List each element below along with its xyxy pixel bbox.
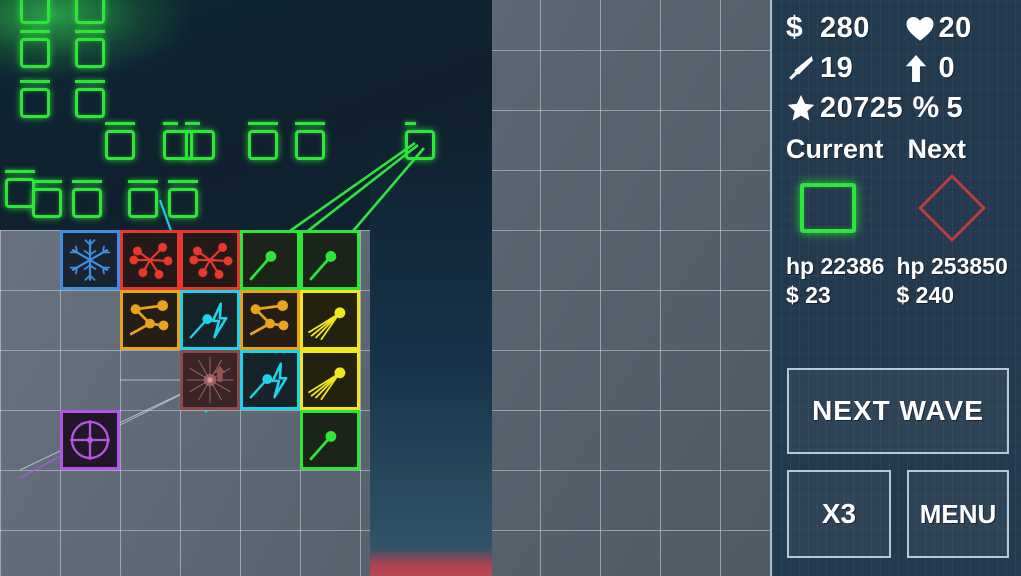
enemy-health-bar [75,80,105,83]
enemy [72,188,102,218]
sniper-tower-2[interactable] [300,230,360,290]
wave-preview-shapes [786,174,1008,242]
enemy-health-bar [5,170,35,173]
enemy [75,88,105,118]
money-icon: $ [786,11,803,44]
enemy-health-bar [128,180,158,183]
current-money: $ 23 [786,282,831,308]
lives-value: 20 [938,11,972,44]
enemy-health-bar [248,122,278,125]
ice-tower[interactable] [60,230,120,290]
blast-tower[interactable] [180,350,240,410]
money-stat: $ 280 [786,12,889,45]
enemy [295,130,325,160]
enemy-health-bar [32,180,62,183]
sword-icon [786,54,820,82]
enemy-health-bar [168,180,198,183]
current-header: Current [786,134,884,164]
stat-row-score: 20725 % 5 [786,88,1007,128]
zigzag-tower-2[interactable] [240,290,300,350]
red-diamond-icon [917,174,986,242]
enemy [105,130,135,160]
lightning-tower-1[interactable] [180,290,240,350]
score-stat: 20725 [786,92,903,125]
enemy [20,0,50,24]
game-board[interactable] [0,0,770,576]
upgrade-value: 0 [938,51,956,84]
enemy [32,188,62,218]
menu-button[interactable]: MENU [907,470,1009,558]
enemy-health-bar [20,30,50,33]
hp-line: hp 22386 hp 253850 [786,253,1008,280]
goal-zone [370,548,492,576]
percent-icon: % [912,91,940,124]
star-icon [786,94,820,122]
enemy-health-bar [75,30,105,33]
speed-button[interactable]: X3 [787,470,891,558]
sniper-tower-1[interactable] [240,230,300,290]
arrow-up-icon [905,54,939,82]
enemy-health-bar [72,180,102,183]
next-wave-button[interactable]: NEXT WAVE [787,368,1009,454]
enemy-health-bar [163,122,178,125]
stat-row-damage: 19 0 [786,48,1007,88]
enemy [185,130,215,160]
enemy [405,130,435,160]
next-enemy-preview [886,174,1008,242]
heart-icon [905,15,939,42]
enemy-health-bar [20,80,50,83]
current-enemy-preview [786,175,886,241]
spike-tower-1[interactable] [120,230,180,290]
upgrade-stat: 0 [889,52,1008,85]
enemy [75,38,105,68]
fan-tower-1[interactable] [300,290,360,350]
enemy [20,38,50,68]
next-header: Next [907,134,967,164]
current-hp: hp 22386 [786,253,885,279]
wave-preview-headers: Current Next [786,134,1007,165]
enemy [128,188,158,218]
wave-preview-stats: hp 22386 hp 253850 $ 23 $ 240 [786,253,1008,309]
enemy-health-bar [105,122,135,125]
percent-stat: % 5 [897,92,1008,125]
spike-tower-2[interactable] [180,230,240,290]
enemy [248,130,278,160]
zigzag-tower-1[interactable] [120,290,180,350]
enemy [20,88,50,118]
green-square-icon [800,183,856,233]
enemy [5,178,35,208]
score-value: 20725 [820,91,904,124]
lives-stat: 20 [889,12,1008,45]
fan-tower-2[interactable] [300,350,360,410]
bounty-line: $ 23 $ 240 [786,282,1007,309]
enemy-path-vertical [370,114,492,576]
crosshair-tower[interactable] [60,410,120,470]
game-screen: $ 280 20 19 0 20725 % 5 Current Next hp … [0,0,1021,576]
next-money: $ 240 [896,282,955,308]
enemy-health-bar [405,122,416,125]
enemy-health-bar [185,122,200,125]
side-panel: $ 280 20 19 0 20725 % 5 Current Next hp … [770,0,1021,576]
damage-value: 19 [820,51,854,84]
money-value: 280 [820,11,870,44]
stat-row-money: $ 280 20 [786,8,1007,48]
enemy [168,188,198,218]
next-hp: hp 253850 [896,253,1008,279]
damage-stat: 19 [786,52,889,85]
percent-value: 5 [946,91,964,124]
lightning-tower-2[interactable] [240,350,300,410]
enemy [75,0,105,24]
sniper-tower-3[interactable] [300,410,360,470]
enemy-health-bar [295,122,325,125]
